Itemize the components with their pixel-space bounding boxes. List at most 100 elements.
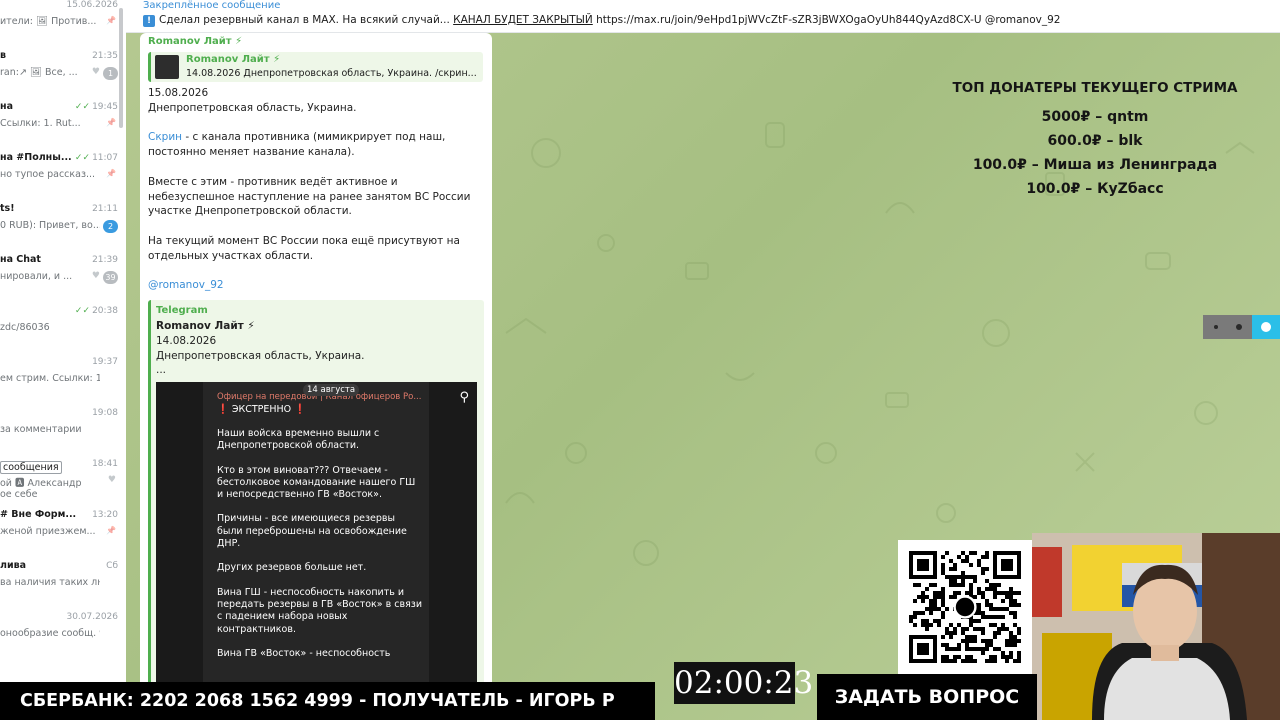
chat-time: 20:38 [92,306,118,316]
post-sender-name[interactable]: Romanov Лайт ⚡ [148,36,242,47]
donor-row: 600.0₽ – blk [1047,133,1143,149]
chat-list-item[interactable]: на #Полны... 11:07 ✓✓ но тупое рассказ... 📌 [0,149,126,200]
reply-preview[interactable]: Romanov Лайт ⚡ 14.08.2026 Днепропетровск… [148,52,483,82]
dot-icon [1236,324,1242,330]
chat-time: 19:08 [92,408,118,418]
qr-code-icon [909,551,1021,663]
pinned-icon: 📌 [106,526,116,535]
screenshot-link[interactable]: Скрин [148,131,182,143]
stream-timer: 02:00:23 [674,662,813,704]
forwarded-screenshot[interactable]: Офицер на передовой | Канал офицеров Ро.… [156,382,477,720]
forward-author: Romanov Лайт ⚡ [156,320,255,332]
chat-time: 18:41 [92,459,118,469]
chat-time: 30.07.2026 [66,612,118,622]
chat-list-item[interactable]: на 19:45 ✓✓ Ссылки: 1. Rut... 📌 [0,98,126,149]
top-donors-overlay: ТОП ДОНАТЕРЫ ТЕКУЩЕГО СТРИМА 5000₽ – qnt… [950,80,1240,201]
chat-time: Сб [106,561,118,571]
chat-preview: ой 🅰 Александр [0,478,82,489]
donation-bank-banner: СБЕРБАНК: 2202 2068 1562 4999 - ПОЛУЧАТЕ… [0,682,655,720]
channel-post-bubble[interactable]: Romanov Лайт ⚡ Romanov Лайт ⚡ 14.08.2026… [140,33,492,720]
screenshot-paragraph: Других резервов больше нет. [217,562,367,574]
post-date: 15.08.2026 [148,87,209,99]
chat-list-item[interactable]: лива Сб ва наличия таких люд... [0,557,126,608]
chat-name: на [0,101,13,112]
forward-source[interactable]: Telegram [156,305,208,316]
unread-badge: 2 [103,220,118,233]
screenshot-urgent: ❗ ЭКСТРЕННО ❗ [217,404,307,415]
chat-list-item[interactable]: ts! 21:11 0 RUB): Привет, во... 2 [0,200,126,251]
pinned-text-caps: КАНАЛ БУДЕТ ЗАКРЫТЫЙ [453,14,593,26]
read-check-icon: ✓✓ [74,153,90,163]
screenshot-date-badge: 14 августа [303,384,360,396]
chat-list-item[interactable]: 19:08 за комментарии [0,404,126,455]
reaction-heart-icon: ♥ [91,67,100,77]
post-region: Днепропетровская область, Украина. [148,101,357,114]
sidebar-scrollbar[interactable] [119,8,123,128]
donor-row: 5000₽ – qntm [1041,109,1149,125]
webcam-feed [1032,533,1280,720]
chat-time: 19:45 [92,102,118,112]
qr-code [898,540,1032,674]
chat-list-item[interactable]: 19:37 ем стрим. Ссылки: 1... [0,353,126,404]
chat-name: ts! [0,203,15,214]
chat-list-item[interactable]: в 21:35 ran:↗ 🖼 Все, ... 1 ♥ [0,47,126,98]
chat-time: 15.06.2026 [66,0,118,10]
chat-list-item[interactable]: на Chat 21:39 нировали, и ... 39 ♥ [0,251,126,302]
ask-question-banner: ЗАДАТЬ ВОПРОС [817,674,1037,720]
unread-badge: 1 [103,67,118,80]
chat-list-item[interactable]: сообщения 18:41 ой 🅰 Александр ое себе ♥ [0,455,126,506]
zoom-icon[interactable]: ⚲ [459,390,469,405]
chat-preview: ем стрим. Ссылки: 1... [0,373,100,384]
post-paragraph-1: Скрин - с канала противника (мимикрирует… [148,130,484,160]
post-paragraph-3: На текущий момент ВС России пока ещё при… [148,234,460,262]
chat-list-sidebar: 15.06.2026 ители: 🖼 Против... 📌 в 21:35 ran:↗… [0,0,127,720]
chat-list-item[interactable]: # Вне Форм... 13:20 женой приезжем... 📌 [0,506,126,557]
reaction-heart-icon: ♥ [91,271,100,281]
reply-thumbnail [155,55,179,79]
pinned-title: Закреплённое сообщение [143,0,281,11]
post-paragraph-2: Вместе с этим - противник ведёт активное… [148,175,471,218]
screenshot-paragraph: Вина ГВ «Восток» - неспособность [217,647,391,659]
chat-list-item[interactable]: 15.06.2026 ители: 🖼 Против... 📌 [0,0,126,47]
chat-preview: но тупое рассказ... [0,169,96,180]
chat-time: 21:11 [92,204,118,214]
post-body: 15.08.2026 Днепропетровская область, Укр… [148,86,484,293]
pinned-text: ! Сделал резервный канал в MAX. На всякий… [143,14,1060,27]
pinned-icon: 📌 [106,118,116,127]
pinned-message-bar[interactable]: Закреплённое сообщение ! Сделал резервный… [126,0,1280,33]
chat-list-item[interactable]: 20:38 ✓✓ zdc/86036 [0,302,126,353]
post-paragraph-1-text: - с канала противника (мимикрирует под н… [148,131,446,159]
stream-widget-dots [1203,315,1280,339]
pinned-text-main: Сделал резервный канал в MAX. На всякий … [159,14,450,26]
reply-author: Romanov Лайт ⚡ [186,54,281,65]
dot-icon [1214,325,1218,329]
chat-preview-line-2: ое себе [0,489,38,500]
donor-row: 100.0₽ – КуZбасс [1026,181,1164,197]
streamer-webcam-image [1032,533,1280,720]
chat-preview: zdc/86036 [0,322,50,333]
chat-preview: Ссылки: 1. Rut... [0,118,81,129]
screenshot-paragraph: Наши войска временно вышли с Днепропетро… [217,428,380,452]
chat-preview: онообразие сообщ. 9... [0,628,100,639]
reaction-heart-icon: ♥ [107,475,116,485]
signature-link[interactable]: @romanov_92 [148,278,484,293]
forward-ellipsis: ... [156,364,167,376]
donor-row: 100.0₽ – Миша из Ленинграда [972,157,1218,173]
screenshot-paragraph: Вина ГШ - неспособность накопить и перед… [217,586,423,635]
chat-time: 19:37 [92,357,118,367]
pinned-icon: 📌 [106,169,116,178]
screenshot-paragraph: Причины - все имеющиеся резервы были пер… [217,513,407,550]
pinned-icon: 📌 [106,16,116,25]
forwarded-post[interactable]: Telegram Romanov Лайт ⚡ 14.08.2026 Днепр… [148,300,484,720]
chat-preview: за комментарии [0,424,82,435]
chat-name: на #Полны... [0,152,72,163]
chat-name: сообщения [0,461,62,474]
chat-time: 21:39 [92,255,118,265]
chat-list-item[interactable]: 30.07.2026 онообразие сообщ. 9... [0,608,126,659]
chat-name: # Вне Форм... [0,509,77,520]
chat-preview: ители: 🖼 Против... [0,16,97,27]
chat-preview: ran:↗ 🖼 Все, ... [0,67,78,78]
donors-title: ТОП ДОНАТЕРЫ ТЕКУЩЕГО СТРИМА [952,80,1238,96]
forward-region: Днепропетровская область, Украина. [156,350,365,362]
read-check-icon: ✓✓ [74,306,90,316]
